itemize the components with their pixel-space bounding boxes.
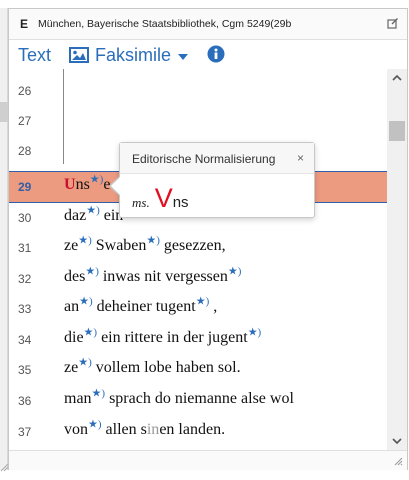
info-icon[interactable] — [207, 45, 225, 63]
text-line[interactable]: 33 an★) deheiner tugent★) , — [9, 294, 387, 324]
popover-header: Editorische Normalisierung × — [120, 143, 314, 174]
scroll-up-arrow-icon[interactable] — [387, 69, 407, 87]
line-text: ze★) Swaben★) gesezzen, — [64, 234, 226, 254]
annotation-star-icon[interactable]: ★) — [90, 174, 104, 186]
annotation-star-icon[interactable]: ★) — [78, 235, 92, 247]
popover-body: ms. Vns — [132, 183, 189, 214]
text-line[interactable]: 34 die★) ein rittere in der jugent★) — [9, 325, 387, 355]
text-line[interactable]: 35 ze★) vollem lobe haben sol. — [9, 355, 387, 385]
annotation-star-icon[interactable]: ★) — [88, 419, 102, 431]
line-number: 28 — [18, 144, 32, 158]
close-icon[interactable]: × — [297, 151, 304, 165]
resize-grip-icon[interactable] — [393, 456, 403, 466]
popover-title: Editorische Normalisierung — [132, 152, 276, 166]
annotation-star-icon[interactable]: ★) — [248, 327, 262, 339]
scroll-down-arrow-icon[interactable] — [387, 432, 407, 450]
ms-label: ms. — [132, 195, 150, 210]
line-number: 26 — [18, 84, 32, 98]
annotation-star-icon[interactable]: ★) — [228, 266, 242, 278]
text-view: 26 27 28 29 Uns★)e 30 daz★) ein 31 ze★) … — [9, 69, 387, 450]
annotation-star-icon[interactable]: ★) — [78, 357, 92, 369]
annotation-star-icon[interactable]: ★) — [84, 327, 98, 339]
annotation-star-icon[interactable]: ★) — [92, 388, 106, 400]
initial-letter[interactable]: U — [64, 176, 76, 193]
panel-header: E München, Bayerische Staatsbibliothek, … — [9, 9, 407, 40]
annotation-star-icon[interactable]: ★) — [146, 235, 160, 247]
manuscript-title: München, Bayerische Staatsbibliothek, Cg… — [38, 18, 292, 30]
scrollbar-thumb[interactable] — [389, 121, 405, 141]
line-number: 27 — [18, 114, 32, 128]
annotation-star-icon[interactable]: ★) — [79, 296, 93, 308]
text-line[interactable]: 36 man★) sprach do niemanne alse wol — [9, 386, 387, 416]
annotation-star-icon[interactable]: ★) — [86, 205, 100, 217]
line-text: daz★) ein — [64, 204, 124, 224]
resize-grip-left-icon[interactable] — [0, 462, 10, 472]
tab-facsimile-dropdown[interactable]: Faksimile — [69, 44, 189, 66]
left-strip-selection — [0, 102, 8, 122]
line-number: 32 — [18, 272, 32, 286]
line-number: 37 — [18, 425, 32, 439]
chevron-down-icon — [178, 53, 189, 60]
line-text: man★) sprach do niemanne alse wol — [64, 387, 294, 407]
line-text: von★) allen sinen landen. — [64, 418, 226, 438]
line-number: 36 — [18, 394, 32, 408]
normalized-rest: ns — [172, 194, 189, 211]
line-text: an★) deheiner tugent★) , — [64, 295, 218, 315]
tab-facsimile-label: Faksimile — [95, 44, 172, 65]
view-toolbar: Text Faksimile — [9, 40, 407, 68]
text-line[interactable]: 26 — [9, 76, 387, 106]
text-line[interactable]: 37 von★) allen sinen landen. — [9, 417, 387, 447]
image-icon — [69, 47, 89, 63]
line-text: die★) ein rittere in der jugent★) — [64, 326, 262, 346]
edit-square-icon[interactable] — [387, 17, 399, 29]
line-number: 34 — [18, 333, 32, 347]
initial-glyph: V — [154, 183, 173, 213]
annotation-star-icon[interactable]: ★) — [85, 266, 99, 278]
line-text: des★) inwas nit vergessen★) — [64, 265, 242, 285]
line-number: 31 — [18, 241, 32, 255]
line-text: ze★) vollem lobe haben sol. — [64, 356, 241, 376]
witness-siglum: E — [20, 17, 29, 31]
line-number: 33 — [18, 302, 32, 316]
line-number: 30 — [18, 211, 32, 225]
vertical-scrollbar[interactable] — [387, 69, 407, 450]
text-line[interactable]: 32 des★) inwas nit vergessen★) — [9, 264, 387, 294]
text-line[interactable]: 31 ze★) Swaben★) gesezzen, — [9, 233, 387, 263]
popover-arrow-fill — [111, 177, 120, 195]
line-number: 29 — [18, 180, 32, 194]
panel-footer — [9, 450, 407, 470]
line-number: 35 — [18, 363, 32, 377]
annotation-star-icon[interactable]: ★) — [196, 296, 210, 308]
normalization-popover: Editorische Normalisierung × ms. Vns — [119, 142, 315, 218]
left-panel-strip — [0, 8, 8, 470]
line-text: Uns★)e — [64, 173, 111, 193]
text-line[interactable]: 27 — [9, 106, 387, 136]
tab-text[interactable]: Text — [18, 45, 51, 66]
witness-panel: E München, Bayerische Staatsbibliothek, … — [8, 8, 408, 470]
